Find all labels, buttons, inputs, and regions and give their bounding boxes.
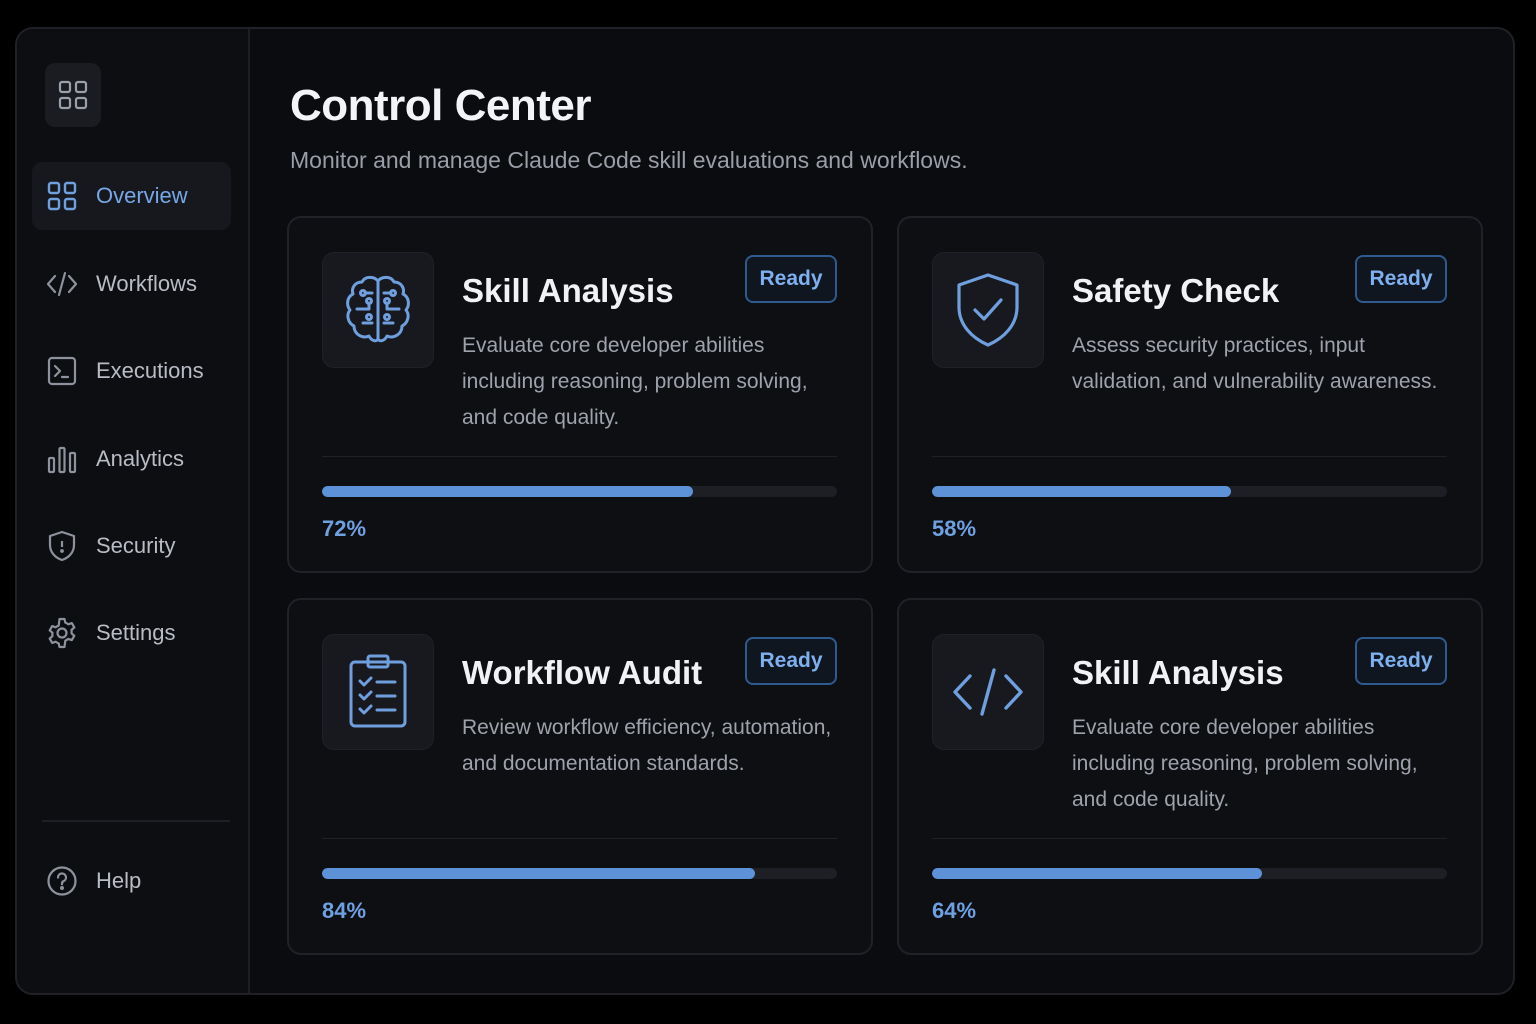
sidebar: Overview Workflows Executions Analytics … — [17, 29, 250, 993]
card-safety-check[interactable]: Safety Check Ready Assess security pract… — [897, 216, 1483, 573]
sidebar-item-label: Settings — [96, 620, 176, 645]
progress-bar — [932, 868, 1447, 879]
terminal-icon — [46, 355, 78, 387]
progress-label: 84% — [322, 898, 367, 923]
card-title: Skill Analysis — [462, 272, 674, 309]
sidebar-item-workflows[interactable]: Workflows — [32, 250, 231, 318]
progress-bar — [322, 868, 837, 879]
code-icon — [46, 268, 78, 300]
card-divider — [322, 456, 837, 457]
sidebar-item-label: Analytics — [96, 446, 185, 471]
sidebar-item-label: Help — [96, 868, 142, 893]
card-description: Evaluate core developer abilities includ… — [462, 334, 808, 429]
shield-icon — [46, 530, 78, 562]
card-icon-box — [322, 252, 434, 368]
card-title: Safety Check — [1072, 272, 1280, 309]
sidebar-item-overview[interactable]: Overview — [32, 162, 231, 230]
card-description: Review workflow efficiency, automation, … — [462, 716, 832, 775]
progress-label: 58% — [932, 516, 977, 541]
brain-icon — [346, 275, 410, 343]
app-window: Overview Workflows Executions Analytics … — [15, 27, 1515, 995]
sidebar-item-label: Overview — [96, 183, 188, 208]
card-icon-box — [932, 634, 1044, 750]
card-divider — [932, 456, 1447, 457]
sidebar-item-help[interactable]: Help — [32, 847, 231, 915]
sidebar-item-label: Workflows — [96, 271, 198, 296]
card-description: Evaluate core developer abilities includ… — [1072, 716, 1418, 811]
progress-fill — [932, 868, 1262, 879]
progress-label: 72% — [322, 516, 367, 541]
shield-check-icon — [957, 273, 1019, 347]
progress-fill — [322, 868, 755, 879]
progress-bar — [322, 486, 837, 497]
status-badge: Ready — [1355, 637, 1447, 685]
card-workflow-audit[interactable]: Workflow Audit Ready Review workflow eff… — [287, 598, 873, 955]
sidebar-item-label: Executions — [96, 358, 204, 383]
progress-label: 64% — [932, 898, 977, 923]
card-title: Skill Analysis — [1072, 654, 1284, 691]
app-logo[interactable] — [45, 63, 101, 127]
card-skill-analysis-code[interactable]: Skill Analysis Ready Evaluate core devel… — [897, 598, 1483, 955]
sidebar-divider — [42, 820, 230, 822]
grid-icon — [58, 80, 88, 110]
card-title: Workflow Audit — [462, 654, 703, 691]
sidebar-item-label: Security — [96, 533, 176, 558]
status-badge: Ready — [745, 637, 837, 685]
bar-chart-icon — [46, 443, 78, 475]
gear-icon — [46, 617, 78, 649]
card-description: Assess security practices, input validat… — [1072, 334, 1438, 393]
status-badge: Ready — [1355, 255, 1447, 303]
progress-fill — [322, 486, 693, 497]
sidebar-item-security[interactable]: Security — [32, 512, 231, 580]
sidebar-item-executions[interactable]: Executions — [32, 337, 231, 405]
progress-bar — [932, 486, 1447, 497]
page-title: Control Center — [290, 81, 592, 130]
card-divider — [322, 838, 837, 839]
card-divider — [932, 838, 1447, 839]
clipboard-checklist-icon — [349, 654, 407, 728]
sidebar-item-analytics[interactable]: Analytics — [32, 425, 231, 493]
main-content: Control Center Monitor and manage Claude… — [250, 29, 1513, 993]
card-skill-analysis[interactable]: Skill Analysis Ready Evaluate core devel… — [287, 216, 873, 573]
sidebar-item-settings[interactable]: Settings — [32, 599, 231, 667]
grid-icon — [46, 180, 78, 212]
card-icon-box — [932, 252, 1044, 368]
page-subtitle: Monitor and manage Claude Code skill eva… — [290, 147, 968, 173]
card-icon-box — [322, 634, 434, 750]
help-circle-icon — [46, 865, 78, 897]
code-icon — [953, 668, 1023, 716]
progress-fill — [932, 486, 1231, 497]
status-badge: Ready — [745, 255, 837, 303]
